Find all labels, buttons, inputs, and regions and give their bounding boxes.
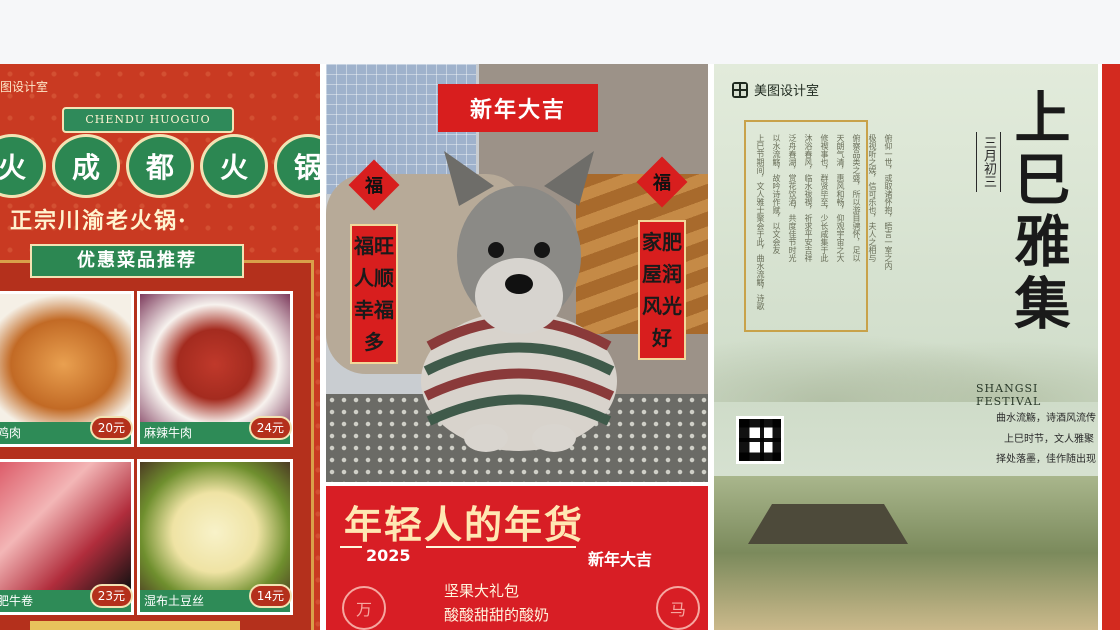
poem-column: 沐浴春风，临水祓禊，祈求平安吉祥	[804, 134, 813, 262]
dish-image	[140, 462, 290, 590]
festival-line: 曲水流觞，诗酒风流传	[996, 413, 1096, 424]
fu-char: 福	[365, 176, 383, 197]
dish-name: 麻辣牛肉	[144, 426, 193, 440]
dish-image	[0, 294, 131, 422]
brand-label: 图设计室	[0, 80, 49, 94]
fu-diamond: 福	[636, 156, 688, 208]
title-characters: 火 成 都 火 锅	[0, 134, 320, 198]
template-card-dog-couplets[interactable]: 新年大吉 福 福 福旺人顺幸福多 家肥屋润风光好	[326, 64, 708, 482]
dish-image	[0, 462, 131, 590]
dish-price: 14元	[248, 584, 292, 608]
grid-icon	[732, 81, 748, 98]
poem-columns: 上巳节期间，文人雅士聚会于此，曲水流觞，诗歌 以水流觞，故吟诗作赋，以文会友 泛…	[756, 134, 893, 314]
goods-item: 坚果大礼包	[444, 582, 520, 600]
title-char: 锅	[274, 134, 320, 198]
festival-line: 上巳时节，文人雅聚	[1004, 434, 1094, 445]
brand-logo: 美图设计室	[732, 80, 819, 99]
title-char: 成	[52, 134, 120, 198]
ribbon-title: CHENDU HUOGUO	[62, 107, 234, 133]
fu-char: 福	[653, 173, 671, 194]
template-card-shangsi-festival[interactable]: 美图设计室 上巳节期间，文人雅士聚会于此，曲水流觞，诗歌 以水流觞，故吟诗作赋，…	[714, 64, 1098, 630]
greeting-label: 新年大吉	[588, 550, 653, 569]
dish-name: 牌肥牛卷	[0, 594, 34, 608]
title-char: 都	[126, 134, 194, 198]
poem-column: 俯仰一世，或取诸怀抱，晤言一室之内	[884, 134, 893, 270]
title-char: 火	[200, 134, 268, 198]
festival-title: 上巳雅集	[1005, 88, 1071, 336]
top-bar	[0, 0, 1120, 64]
year-label: 2025	[366, 546, 411, 565]
festival-english: SHANGSI FESTIVAL	[976, 382, 1042, 408]
template-card-partial[interactable]	[1102, 64, 1120, 630]
qr-code-icon	[736, 416, 784, 464]
dish-name: 湿布土豆丝	[144, 594, 205, 608]
promo-banner: 优惠菜品推荐	[30, 244, 244, 278]
dog-image	[421, 151, 617, 452]
festival-date: 三月初三	[976, 132, 1001, 192]
dish-price: 23元	[89, 584, 133, 608]
poem-column: 天朗气清，惠风和畅，仰观宇宙之大	[836, 134, 845, 262]
left-couplet: 福旺人顺幸福多	[350, 224, 398, 364]
subtitle: 正宗川渝老火锅·	[10, 208, 188, 234]
dish-name: 椒鸡肉	[0, 426, 22, 440]
dish-price: 24元	[248, 416, 292, 440]
bottom-tag	[30, 621, 240, 630]
divider	[340, 546, 362, 548]
dish-card: 椒鸡肉 20元	[0, 291, 134, 447]
right-couplet: 家肥屋润风光好	[638, 220, 686, 360]
stamp-left: 万	[342, 586, 386, 630]
goods-title: 年轻人的年货	[344, 502, 585, 547]
dish-card: 麻辣牛肉 24元	[137, 291, 293, 447]
dish-card: 牌肥牛卷 23元	[0, 459, 134, 615]
template-card-hotpot-menu[interactable]: 图设计室 CHENDU HUOGUO 火 成 都 火 锅 正宗川渝老火锅· 优惠…	[0, 64, 320, 630]
poem-column: 极视听之娱，信可乐也，夫人之相与	[868, 134, 877, 262]
ink-painting-scene	[714, 476, 1098, 630]
greeting-title: 新年大吉	[438, 84, 598, 132]
stamp-right: 马	[656, 586, 700, 630]
divider	[426, 546, 576, 548]
dish-card: 湿布土豆丝 14元	[137, 459, 293, 615]
title-char: 火	[0, 134, 46, 198]
dish-price: 20元	[89, 416, 133, 440]
poem-column: 以水流觞，故吟诗作赋，以文会友	[772, 134, 781, 254]
goods-item: 酸酸甜甜的酸奶	[444, 606, 550, 624]
dish-image	[140, 294, 290, 422]
brand-name: 美图设计室	[754, 84, 820, 99]
fu-diamond: 福	[348, 159, 400, 211]
poem-column: 上巳节期间，文人雅士聚会于此，曲水流觞，诗歌	[756, 134, 765, 310]
poem-column: 修禊事也，群贤毕至，少长咸集于此	[820, 134, 829, 262]
poem-column: 泛舟春湖，赏花饮酒，共度佳节时光	[788, 134, 797, 262]
template-card-new-year-goods[interactable]: 年轻人的年货 2025 新年大吉 坚果大礼包 酸酸甜甜的酸奶 万 马	[326, 486, 708, 630]
poem-column: 俯察品类之盛，所以游目骋怀，足以	[852, 134, 861, 262]
pavilion-roof	[748, 504, 908, 544]
festival-line: 择处落墨，佳作随出现	[996, 454, 1096, 465]
